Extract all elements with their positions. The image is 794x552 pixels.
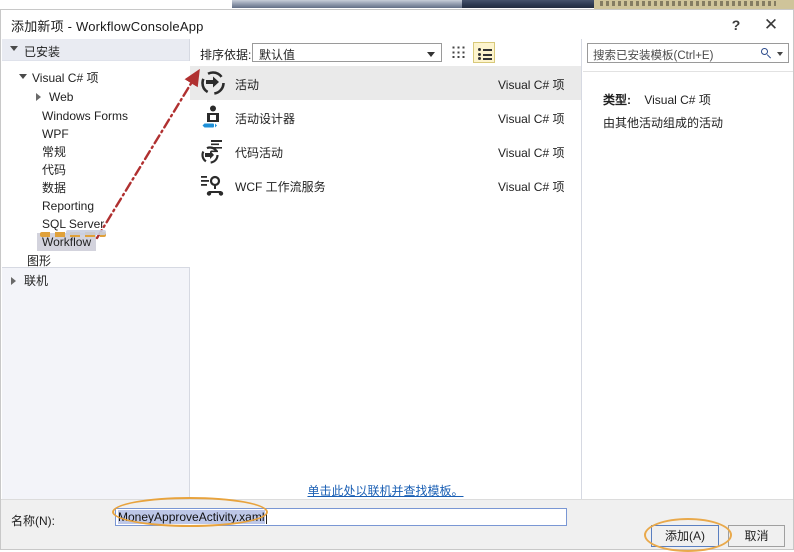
list-view-icon [478, 47, 492, 60]
tree-item-label: Visual C# 项 [32, 71, 99, 85]
dialog-title: 添加新项 - WorkflowConsoleApp [11, 19, 204, 34]
sort-dropdown[interactable]: 默认值 [252, 43, 442, 62]
tree-item-workflow[interactable]: Workflow [37, 233, 97, 251]
installed-tree-pane: 已安装 Visual C# 项 Web Windows Forms WPF 常规… [2, 39, 190, 499]
name-input[interactable]: MoneyApproveActivity.xaml [115, 508, 567, 526]
template-row-code-activity[interactable]: 代码活动 Visual C# 项 [190, 134, 581, 168]
tree-item-label: 联机 [24, 274, 49, 288]
details-type-label: 类型: [603, 93, 631, 107]
activity-icon [200, 70, 226, 96]
template-type: Visual C# 项 [498, 146, 565, 160]
tree-item-label: 常规 [42, 145, 67, 159]
details-description: 由其他活动组成的活动 [603, 116, 724, 130]
text-caret [266, 511, 267, 524]
templates-pane: 排序依据: 默认值 活动 Visual C# 项 活动设计器 Visual C#… [190, 39, 582, 499]
grid-view-icon [452, 46, 466, 59]
dialog-footer: 名称(N): MoneyApproveActivity.xaml 添加(A) 取… [1, 499, 793, 549]
chevron-down-icon[interactable] [777, 52, 783, 56]
template-name: 活动 [235, 78, 260, 92]
tree-item-graphics[interactable]: 图形 [27, 252, 51, 270]
tree-item-general[interactable]: 常规 [42, 143, 66, 161]
help-button[interactable]: ? [723, 13, 749, 37]
tree-item-label: Workflow [42, 235, 92, 249]
tree-item-windows-forms[interactable]: Windows Forms [42, 107, 128, 125]
name-input-value: MoneyApproveActivity.xaml [118, 510, 265, 524]
add-button[interactable]: 添加(A) [651, 525, 719, 547]
code-activity-icon [200, 138, 226, 164]
template-row-wcf-workflow-service[interactable]: WCF 工作流服务 Visual C# 项 [190, 168, 581, 202]
search-input[interactable]: 搜索已安装模板(Ctrl+E) [587, 43, 789, 63]
tree-item-label: SQL Server [42, 217, 105, 231]
dialog-body: 已安装 Visual C# 项 Web Windows Forms WPF 常规… [1, 39, 793, 499]
tree-item-label: Web [49, 90, 74, 104]
template-row-activity[interactable]: 活动 Visual C# 项 [190, 66, 581, 100]
tree-item-label: WPF [42, 127, 69, 141]
details-pane: 搜索已安装模板(Ctrl+E) 类型: Visual C# 项 由其他活动组成的… [583, 39, 793, 499]
sort-toolbar: 排序依据: 默认值 [190, 39, 581, 66]
details-divider [583, 71, 793, 72]
tree-header[interactable]: 已安装 [2, 39, 189, 61]
template-name: 代码活动 [235, 146, 284, 160]
details-type-value: Visual C# 项 [644, 93, 711, 107]
template-type: Visual C# 项 [498, 112, 565, 126]
sort-dropdown-value: 默认值 [259, 48, 296, 62]
find-templates-online-link[interactable]: 单击此处以联机并查找模板。 [190, 482, 581, 499]
grid-view-button[interactable] [448, 42, 470, 63]
tree-item-wpf[interactable]: WPF [42, 125, 69, 143]
tree-header-label: 已安装 [24, 45, 61, 59]
template-type: Visual C# 项 [498, 180, 565, 194]
dialog-titlebar: 添加新项 - WorkflowConsoleApp ? ✕ [1, 10, 793, 39]
tree-item-visual-csharp[interactable]: Visual C# 项 [19, 69, 99, 87]
tree-item-reporting[interactable]: Reporting [42, 197, 94, 215]
tree-item-sql-server[interactable]: SQL Server [42, 215, 104, 233]
tree-item-data[interactable]: 数据 [42, 179, 66, 197]
tree-item-label: 数据 [42, 181, 67, 195]
template-list[interactable]: 活动 Visual C# 项 活动设计器 Visual C# 项 代码活动 Vi… [190, 66, 581, 470]
template-name: 活动设计器 [235, 112, 296, 126]
tree-item-label: 代码 [42, 163, 67, 177]
name-label: 名称(N): [11, 514, 55, 528]
search-icon [761, 48, 772, 59]
details-type-row: 类型: Visual C# 项 [603, 91, 711, 108]
background-highlighted-bar [594, 0, 794, 9]
tree-item-code[interactable]: 代码 [42, 161, 66, 179]
sort-label: 排序依据: [200, 48, 252, 62]
tree-box: Visual C# 项 Web Windows Forms WPF 常规 代码 … [2, 61, 190, 268]
chevron-down-icon [10, 46, 18, 51]
wcf-workflow-service-icon [200, 172, 226, 198]
chevron-right-icon [11, 277, 16, 285]
cancel-button[interactable]: 取消 [728, 525, 785, 547]
background-tabstrip [232, 0, 462, 8]
template-name: WCF 工作流服务 [235, 180, 326, 194]
template-row-activity-designer[interactable]: 活动设计器 Visual C# 项 [190, 100, 581, 134]
tree-item-label: 图形 [27, 254, 52, 268]
tree-item-web[interactable]: Web [36, 88, 74, 106]
screenshot-root: 添加新项 - WorkflowConsoleApp ? ✕ 已安装 Visual… [0, 0, 794, 552]
add-new-item-dialog: 添加新项 - WorkflowConsoleApp ? ✕ 已安装 Visual… [0, 9, 794, 550]
chevron-down-icon [19, 74, 27, 79]
list-view-button[interactable] [473, 42, 495, 63]
activity-designer-icon [200, 104, 226, 130]
tree-item-online[interactable]: 联机 [2, 269, 190, 293]
tree-item-label: Windows Forms [42, 109, 129, 123]
background-window-strip [0, 0, 794, 9]
template-type: Visual C# 项 [498, 78, 565, 92]
chevron-down-icon [427, 52, 435, 57]
close-button[interactable]: ✕ [758, 13, 784, 37]
search-placeholder: 搜索已安装模板(Ctrl+E) [593, 50, 714, 62]
tree-item-label: Reporting [42, 199, 95, 213]
chevron-right-icon [36, 93, 41, 101]
